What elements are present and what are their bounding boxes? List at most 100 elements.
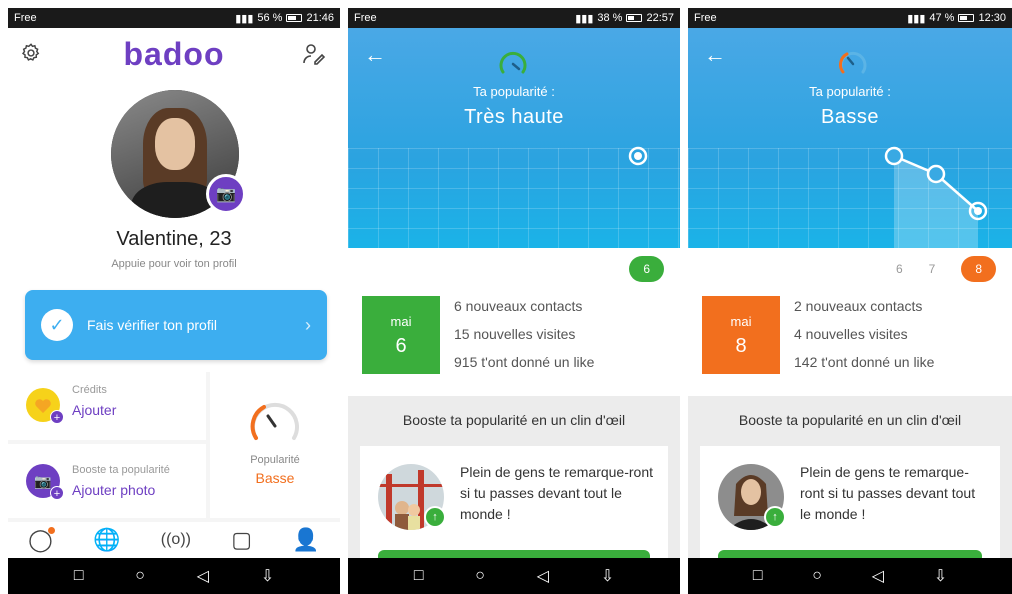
cards-icon[interactable]: ▢ — [231, 527, 252, 553]
chevron-right-icon: › — [305, 314, 311, 335]
popularity-header: ← Ta popularité : Basse — [688, 28, 1012, 248]
battery-icon — [958, 14, 975, 22]
popularity-chart — [628, 146, 648, 166]
date-box: mai 6 — [362, 296, 440, 374]
boost-message: Plein de gens te remarque-ront si tu pas… — [800, 464, 976, 522]
back-nav-icon[interactable]: ◁ — [872, 566, 884, 586]
android-nav-bar: □ ○ ◁ ⇩ — [8, 558, 340, 594]
battery-icon — [626, 14, 643, 22]
daily-stats: mai 6 6 nouveaux contacts 15 nouvelles v… — [362, 296, 680, 376]
date-day: 6 — [395, 335, 407, 357]
recent-apps-icon[interactable]: □ — [414, 567, 424, 585]
stat-visits: 4 nouvelles visites — [794, 326, 908, 342]
home-icon[interactable]: ○ — [475, 567, 485, 585]
credits-add-link[interactable]: Ajouter — [72, 402, 116, 418]
plus-icon: + — [50, 410, 64, 424]
stat-likes: 142 t'ont donné un like — [794, 354, 935, 370]
day-selector: 6 7 8 — [896, 256, 996, 282]
plus-icon: + — [50, 486, 64, 500]
chart-point-center — [634, 152, 642, 160]
boost-arrow-up-icon: ↑ — [764, 506, 786, 528]
chart-point-2 — [926, 164, 946, 184]
stat-contacts: 6 nouveaux contacts — [454, 298, 583, 314]
boost-title: Booste ta popularité en un clin d'œil — [738, 412, 962, 428]
clock: 22:57 — [646, 12, 674, 24]
popularity-label: Popularité — [250, 454, 300, 466]
stat-likes: 915 t'ont donné un like — [454, 354, 595, 370]
battery-percent: 56 % — [257, 12, 283, 24]
notifications-icon[interactable]: ⇩ — [601, 566, 614, 586]
date-day: 8 — [735, 335, 747, 357]
notifications-icon[interactable]: ⇩ — [261, 566, 274, 586]
camera-add-icon[interactable]: 📷 — [206, 174, 246, 214]
profile-icon[interactable]: 👤 — [292, 527, 319, 553]
status-bar: Free ▮▮▮ 56 % 21:46 — [8, 8, 340, 28]
popularity-chart — [884, 146, 988, 248]
app-header: badoo — [8, 28, 340, 78]
popularity-tile[interactable]: Popularité Basse — [210, 372, 340, 518]
status-bar: Free ▮▮▮ 38 % 22:57 — [348, 8, 680, 28]
home-icon[interactable]: ○ — [812, 567, 822, 585]
date-box: mai 8 — [702, 296, 780, 374]
back-nav-icon[interactable]: ◁ — [537, 566, 549, 586]
chat-icon[interactable]: ◯ — [28, 527, 55, 553]
day-option[interactable]: 6 — [896, 262, 903, 276]
popularity-value: Basse — [255, 470, 295, 486]
status-bar: Free ▮▮▮ 47 % 12:30 — [688, 8, 1012, 28]
stat-contacts: 2 nouveaux contacts — [794, 298, 923, 314]
boost-arrow-up-icon: ↑ — [424, 506, 446, 528]
battery-icon — [286, 14, 303, 22]
day-pill-selected[interactable]: 6 — [629, 256, 664, 282]
boost-section: Booste ta popularité en un clin d'œil ↑ … — [348, 396, 680, 574]
add-photo-link[interactable]: Ajouter photo — [72, 482, 155, 498]
checkmark-icon: ✓ — [41, 309, 73, 341]
boost-message: Plein de gens te remarque-ront si tu pas… — [460, 464, 653, 522]
day-selector: 6 — [629, 256, 664, 282]
carrier-label: Free — [354, 12, 377, 24]
edit-profile-icon[interactable] — [302, 42, 326, 66]
verify-label: Fais vérifier ton profil — [87, 317, 217, 333]
chart-point-3-center — [974, 207, 982, 215]
popularity-screen-low: Free ▮▮▮ 47 % 12:30 ← Ta popularité : Ba… — [688, 0, 1012, 594]
credits-label: Crédits — [72, 384, 107, 396]
boost-section: Booste ta popularité en un clin d'œil ↑ … — [688, 396, 1012, 574]
credits-tile[interactable]: + Crédits Ajouter — [8, 372, 206, 440]
day-option[interactable]: 7 — [929, 262, 936, 276]
clock: 12:30 — [978, 12, 1006, 24]
boost-card[interactable]: ↑ Plein de gens te remarque-ront si tu p… — [360, 446, 668, 574]
stat-visits: 15 nouvelles visites — [454, 326, 576, 342]
recent-apps-icon[interactable]: □ — [753, 567, 763, 585]
android-nav-bar: □ ○ ◁ ⇩ — [348, 558, 680, 594]
daily-stats: mai 8 2 nouveaux contacts 4 nouvelles vi… — [702, 296, 1012, 376]
recent-apps-icon[interactable]: □ — [74, 567, 84, 585]
signal-icon: ▮▮▮ — [235, 12, 254, 25]
boost-card[interactable]: ↑ Plein de gens te remarque-ront si tu p… — [700, 446, 1000, 574]
back-nav-icon[interactable]: ◁ — [197, 566, 209, 586]
boost-title: Booste ta popularité en un clin d'œil — [402, 412, 626, 428]
badoo-logo: badoo — [123, 36, 225, 72]
boost-label: Booste ta popularité — [72, 464, 170, 476]
chart-point-1 — [884, 146, 904, 166]
boost-tile[interactable]: 📷 + Booste ta popularité Ajouter photo — [8, 444, 206, 518]
radar-icon[interactable]: ((o)) — [161, 531, 191, 549]
profile-name[interactable]: Valentine, 23 — [8, 228, 340, 251]
popularity-header: ← Ta popularité : Très haute — [348, 28, 680, 248]
day-pill-selected[interactable]: 8 — [961, 256, 996, 282]
bottom-tab-bar: ◯ 🌐 ((o)) ▢ 👤 — [8, 522, 340, 558]
signal-icon: ▮▮▮ — [907, 12, 926, 25]
verify-profile-button[interactable]: ✓ Fais vérifier ton profil › — [25, 290, 327, 360]
profile-hint: Appuie pour voir ton profil — [111, 258, 237, 270]
camera-icon: 📷 + — [26, 464, 64, 500]
action-tiles: + Crédits Ajouter 📷 + Booste ta popularit… — [8, 372, 340, 522]
notifications-icon[interactable]: ⇩ — [934, 566, 947, 586]
clock: 21:46 — [306, 12, 334, 24]
date-month: mai — [390, 314, 412, 329]
signal-icon: ▮▮▮ — [575, 12, 594, 25]
carrier-label: Free — [694, 12, 717, 24]
battery-percent: 38 % — [597, 12, 623, 24]
android-nav-bar: □ ○ ◁ ⇩ — [688, 558, 1012, 594]
home-icon[interactable]: ○ — [135, 567, 145, 585]
carrier-label: Free — [14, 12, 37, 24]
credits-heart-icon: + — [26, 388, 64, 424]
globe-icon[interactable]: 🌐 — [93, 527, 120, 553]
